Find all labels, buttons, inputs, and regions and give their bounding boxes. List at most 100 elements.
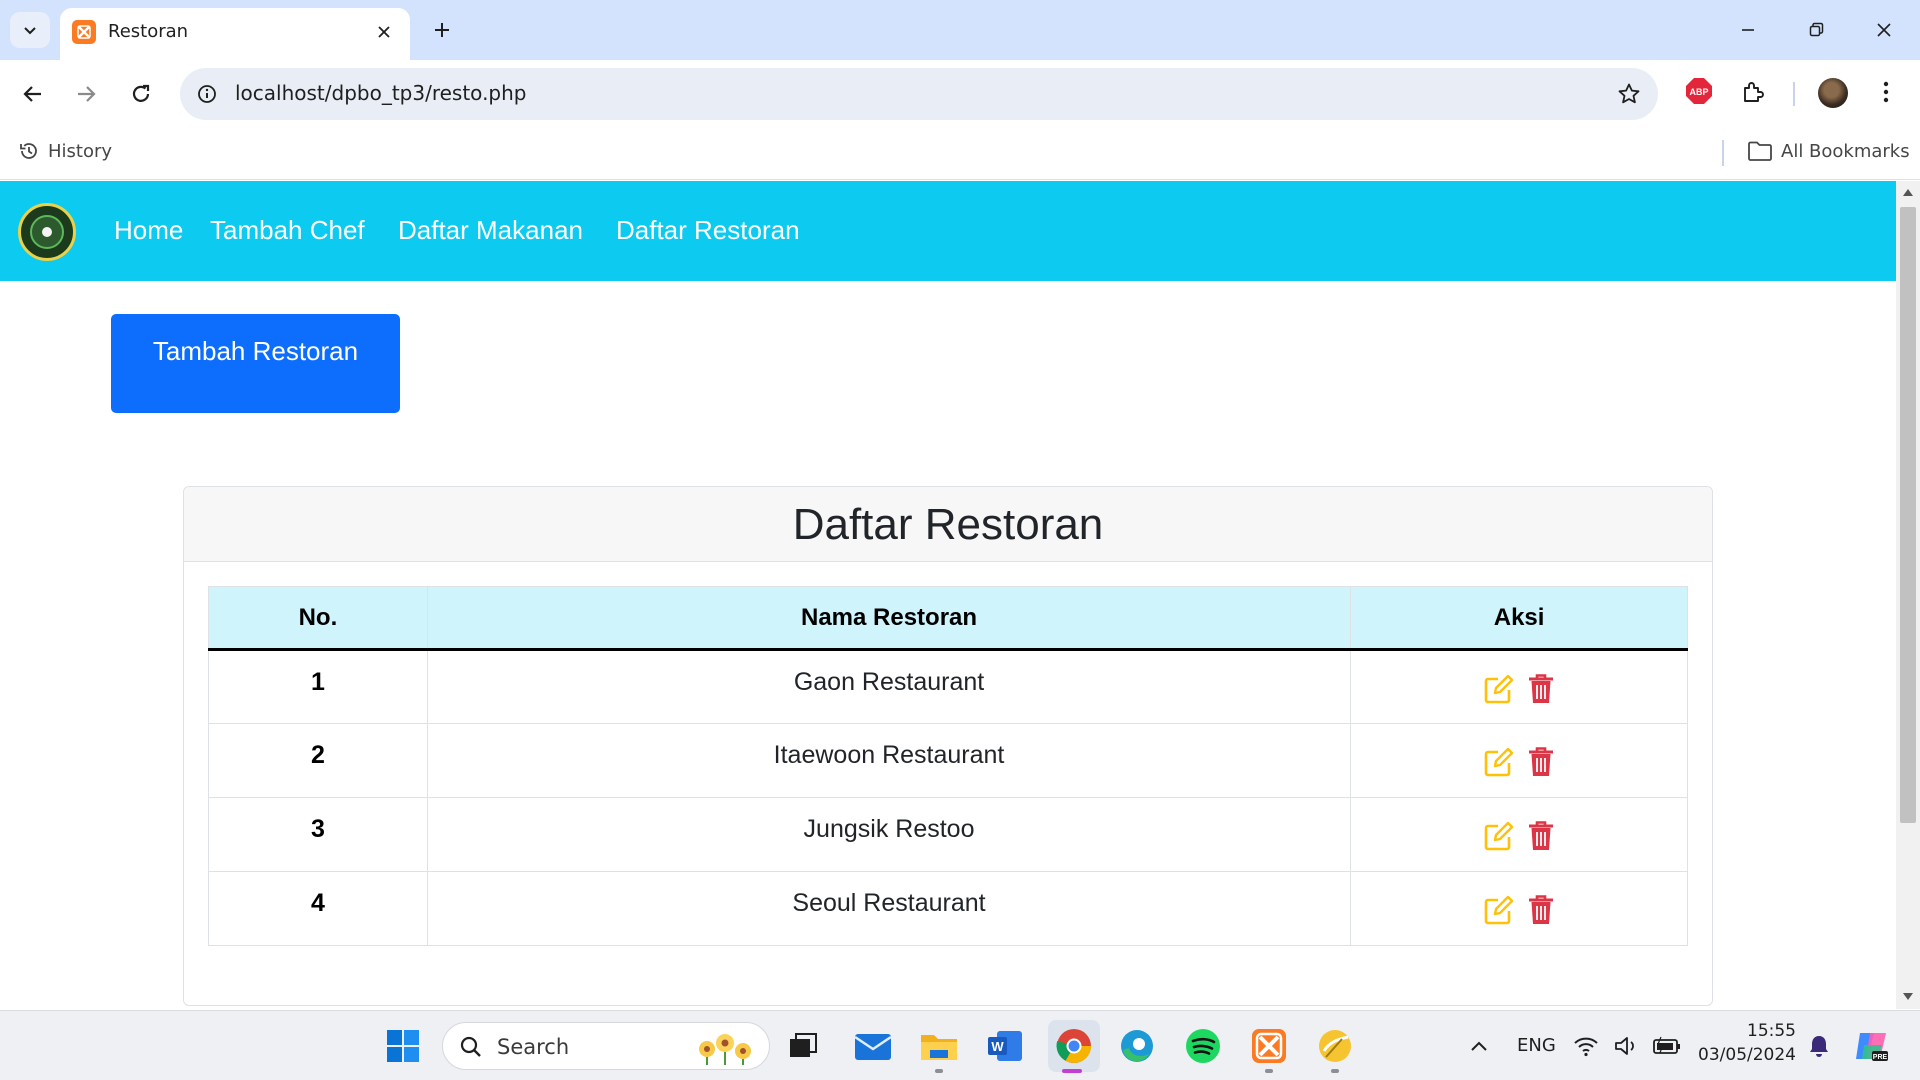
delete-icon[interactable] [1527, 820, 1555, 852]
delete-icon[interactable] [1527, 746, 1555, 778]
svg-text:W: W [991, 1039, 1004, 1054]
restaurant-table: No. Nama Restoran Aksi 1 Gaon Restaurant [208, 586, 1688, 946]
edge-icon[interactable] [1116, 1025, 1158, 1067]
row-number: 1 [208, 649, 428, 724]
close-window-button[interactable] [1862, 12, 1906, 48]
wifi-icon[interactable] [1570, 1025, 1602, 1067]
restaurant-name: Itaewoon Restaurant [426, 723, 1352, 798]
all-bookmarks-label: All Bookmarks [1781, 140, 1910, 162]
site-info-icon[interactable] [192, 79, 222, 109]
reload-button[interactable] [121, 74, 161, 114]
clock-time: 15:55 [1747, 1021, 1796, 1041]
spotify-icon[interactable] [1182, 1025, 1224, 1067]
column-header-no: No. [208, 586, 428, 651]
scroll-up-arrow-icon[interactable] [1903, 189, 1913, 196]
notification-bell-icon[interactable] [1802, 1025, 1836, 1067]
restaurant-name: Gaon Restaurant [426, 649, 1352, 724]
bookmarks-separator [1722, 140, 1724, 166]
forward-button[interactable] [66, 74, 106, 114]
adblock-extension-icon[interactable]: ABP [1684, 76, 1714, 106]
all-bookmarks-button[interactable]: All Bookmarks [1747, 140, 1910, 162]
row-actions [1350, 871, 1688, 946]
card-header: Daftar Restoran [184, 487, 1712, 562]
start-button[interactable] [382, 1025, 424, 1067]
edit-icon[interactable] [1483, 894, 1515, 926]
toolbar-divider [1793, 82, 1795, 106]
restaurant-name: Jungsik Restoo [426, 797, 1352, 872]
show-hidden-icons-chevron-up-icon[interactable] [1458, 1025, 1500, 1067]
browser-tab[interactable]: Restoran [60, 8, 410, 60]
search-label: Search [497, 1035, 570, 1059]
nav-daftar-restoran[interactable]: Daftar Restoran [616, 215, 800, 246]
language-indicator[interactable]: ENG [1517, 1035, 1556, 1056]
delete-icon[interactable] [1527, 673, 1555, 705]
tambah-restoran-button[interactable]: Tambah Restoran [111, 314, 400, 413]
address-bar[interactable]: localhost/dpbo_tp3/resto.php [180, 68, 1658, 120]
reload-icon [132, 84, 150, 102]
back-button[interactable] [13, 74, 53, 114]
flowers-highlight-icon [699, 1034, 751, 1065]
edit-icon[interactable] [1483, 673, 1515, 705]
table-row: 1 Gaon Restaurant [208, 649, 1688, 724]
clock-date: 03/05/2024 [1698, 1045, 1796, 1065]
browser-menu-button[interactable] [1870, 74, 1902, 110]
page-scrollbar[interactable] [1896, 181, 1920, 1009]
site-logo[interactable] [18, 203, 76, 261]
svg-text:ABP: ABP [1689, 87, 1708, 97]
tab-title: Restoran [108, 21, 189, 42]
close-icon [378, 26, 390, 38]
task-view-icon[interactable] [782, 1025, 824, 1067]
table-row: 3 Jungsik Restoo [208, 797, 1688, 872]
taskbar-clock[interactable]: 15:55 03/05/2024 [1690, 1019, 1796, 1067]
browser-toolbar: localhost/dpbo_tp3/resto.php ABP [0, 60, 1920, 128]
windows-taskbar: Search W ENG 15:55 03/05/2024 PRE [0, 1010, 1920, 1080]
column-header-aksi: Aksi [1350, 586, 1688, 651]
windows-logo-icon [387, 1030, 419, 1062]
profile-avatar[interactable] [1818, 78, 1848, 108]
mail-icon[interactable] [852, 1025, 894, 1067]
file-explorer-icon[interactable] [918, 1025, 960, 1067]
history-bookmark[interactable]: History [18, 140, 112, 162]
edit-icon[interactable] [1483, 820, 1515, 852]
url-text: localhost/dpbo_tp3/resto.php [235, 81, 527, 105]
xampp-icon[interactable] [1248, 1025, 1290, 1067]
chrome-icon[interactable] [1048, 1020, 1100, 1072]
history-icon [20, 143, 37, 159]
chevron-down-icon [24, 27, 36, 35]
sticky-app-icon[interactable] [1314, 1025, 1356, 1067]
scroll-down-arrow-icon[interactable] [1903, 993, 1913, 1000]
table-header-row: No. Nama Restoran Aksi [208, 586, 1688, 651]
active-indicator [1062, 1069, 1082, 1073]
history-label: History [48, 140, 113, 162]
nav-tambah-chef[interactable]: Tambah Chef [210, 215, 365, 246]
restore-button[interactable] [1794, 12, 1838, 48]
volume-icon[interactable] [1611, 1025, 1643, 1067]
nav-daftar-makanan[interactable]: Daftar Makanan [398, 215, 583, 246]
xampp-favicon-icon [72, 20, 96, 44]
arrow-left-icon [23, 86, 41, 102]
row-number: 2 [208, 723, 428, 798]
table-row: 2 Itaewoon Restaurant [208, 723, 1688, 798]
row-actions [1350, 723, 1688, 798]
scrollbar-thumb[interactable] [1900, 207, 1916, 823]
tab-close-button[interactable] [370, 18, 398, 46]
bookmarks-bar: History All Bookmarks [0, 128, 1920, 180]
battery-icon[interactable] [1650, 1025, 1684, 1067]
search-icon [460, 1036, 481, 1057]
new-tab-button[interactable] [424, 12, 460, 48]
running-indicator [1331, 1069, 1339, 1073]
word-icon[interactable]: W [984, 1025, 1026, 1067]
nav-home[interactable]: Home [114, 215, 183, 246]
tab-search-button[interactable] [10, 12, 50, 48]
taskbar-search[interactable]: Search [442, 1022, 770, 1070]
svg-text:PRE: PRE [1873, 1054, 1888, 1061]
edit-icon[interactable] [1483, 746, 1515, 778]
delete-icon[interactable] [1527, 894, 1555, 926]
card-title: Daftar Restoran [792, 500, 1104, 549]
minimize-button[interactable] [1726, 12, 1770, 48]
page-viewport: Home Tambah Chef Daftar Makanan Daftar R… [0, 181, 1896, 1009]
plus-icon [435, 23, 449, 37]
copilot-icon[interactable]: PRE [1852, 1025, 1892, 1067]
extensions-puzzle-icon[interactable] [1735, 74, 1771, 110]
bookmark-star-icon[interactable] [1614, 79, 1644, 109]
